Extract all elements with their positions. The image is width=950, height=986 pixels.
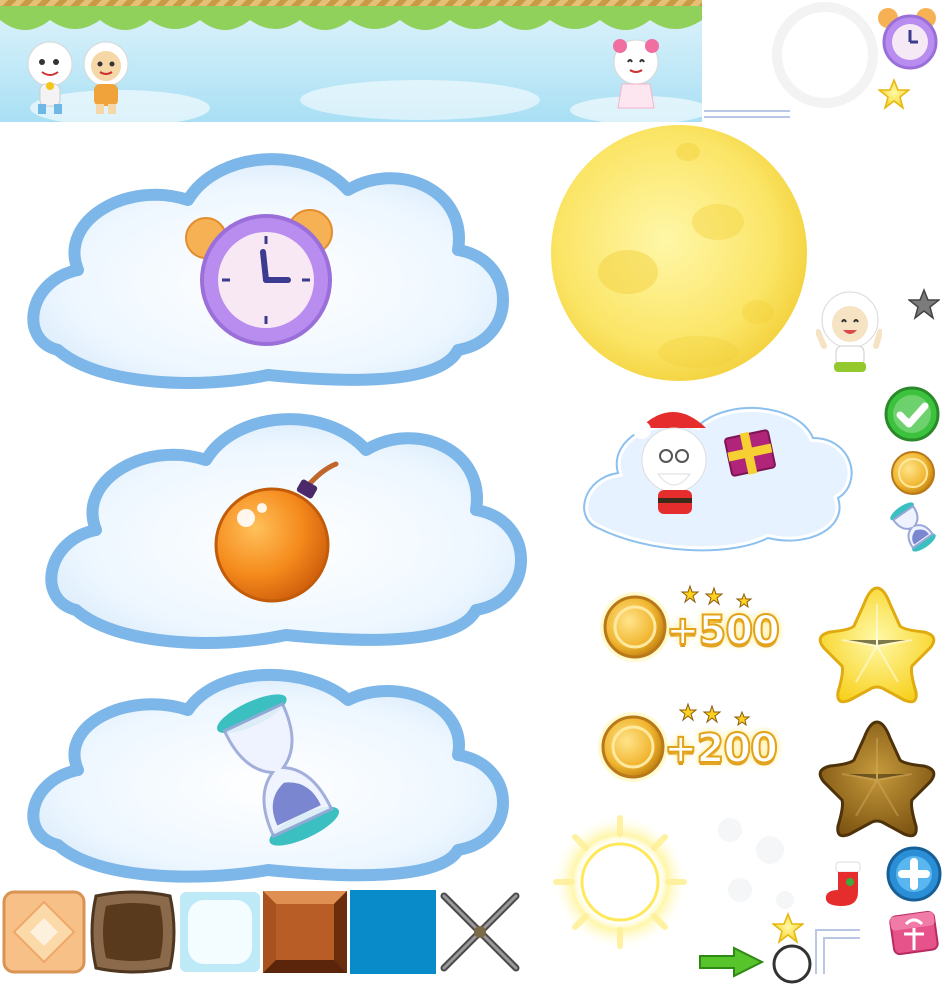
small-gold-star-icon — [878, 78, 910, 110]
small-hourglass-icon — [890, 502, 936, 552]
tiny-gold-star-icon — [772, 912, 804, 944]
alarm-clock-cloud — [27, 153, 509, 389]
coin-reward-500: +500 — [598, 584, 788, 668]
leaf-garland — [0, 6, 702, 30]
checkmark-icon — [884, 386, 940, 442]
pink-gift-box-icon — [889, 910, 939, 956]
moon — [551, 125, 807, 381]
chocolate-tile — [90, 890, 176, 974]
gold-coin-icon — [598, 712, 668, 782]
top-banner — [0, 0, 702, 122]
sparky-goat-character — [83, 41, 129, 114]
grey-star-icon — [908, 288, 940, 320]
pleasant-goat-cheering-icon — [816, 291, 882, 372]
faint-glow-ring — [772, 2, 878, 108]
sparkle-stars-icon — [678, 702, 751, 727]
ice-tile — [180, 892, 260, 972]
plus-icon — [886, 846, 942, 902]
faint-sparkles — [718, 818, 794, 909]
pretty-goat-character — [613, 39, 659, 109]
green-arrow-icon — [699, 946, 764, 978]
blue-tile — [350, 890, 436, 974]
christmas-stocking-icon — [825, 861, 861, 906]
hourglass-cloud — [27, 668, 509, 883]
cross-sticks-icon — [440, 892, 520, 972]
empty-circle-indicator — [772, 944, 812, 984]
peach-tile — [2, 890, 86, 974]
glow-ring-effect — [552, 814, 688, 950]
gift-box-icon — [724, 429, 776, 477]
alarm-clock-icon — [878, 8, 938, 70]
bronze-star-icon — [818, 720, 936, 838]
coin-reward-200: +200 — [596, 702, 786, 786]
add-button[interactable] — [886, 846, 942, 902]
corner-frame-lines — [815, 929, 860, 974]
pleasant-goat-character — [27, 41, 73, 114]
santa-goat-cloud — [580, 404, 856, 555]
bomb-cloud — [45, 413, 527, 649]
coin-amount-label: +200 — [663, 725, 779, 773]
sparkle-stars-icon — [680, 584, 753, 609]
confirm-button[interactable] — [884, 386, 940, 442]
copper-tile — [263, 891, 347, 973]
gold-coin-icon — [600, 592, 670, 662]
coin-amount-label: +500 — [665, 607, 781, 655]
gold-star-icon — [818, 586, 936, 704]
small-coin-icon — [891, 451, 935, 495]
